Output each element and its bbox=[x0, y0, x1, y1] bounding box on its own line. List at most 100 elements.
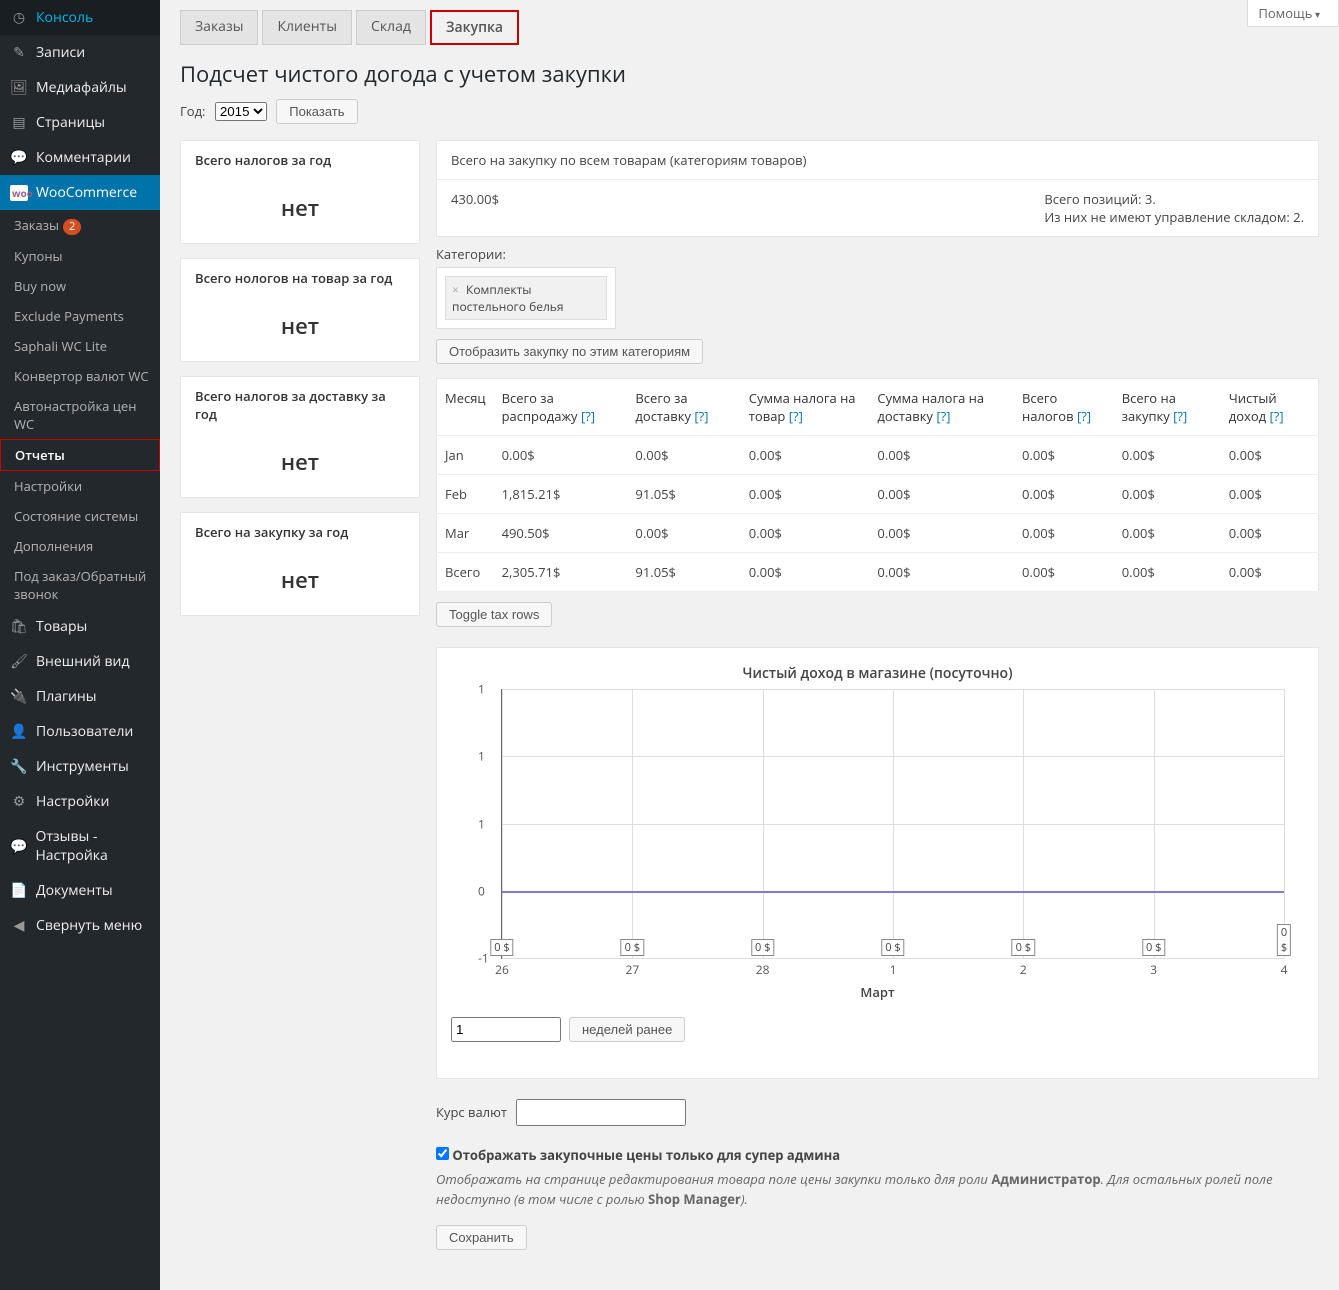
sidebar-item[interactable]: 🛍Товары bbox=[0, 609, 160, 644]
weeks-earlier-button[interactable]: неделей ранее bbox=[569, 1017, 685, 1042]
menu-icon: 📄 bbox=[10, 881, 28, 900]
details-column: Всего на закупку по всем товарам (катего… bbox=[436, 140, 1319, 1250]
summary-card: Всего налогов за годнет bbox=[180, 140, 420, 244]
sidebar-item[interactable]: ▤Страницы bbox=[0, 105, 160, 140]
sidebar-item[interactable]: ◀Свернуть меню bbox=[0, 908, 160, 943]
save-button[interactable]: Сохранить bbox=[436, 1225, 527, 1250]
summary-card: Всего на закупку за годнет bbox=[180, 512, 420, 616]
chart-plot-area: 1110-1260 $270 $280 $10 $20 $30 $40 $ bbox=[501, 689, 1284, 959]
filter-categories-button[interactable]: Отобразить закупку по этим категориям bbox=[436, 339, 703, 364]
sidebar-woo-label: WooCommerce bbox=[36, 183, 137, 202]
purchase-card-title: Всего на закупку по всем товарам (катего… bbox=[437, 141, 1318, 180]
chart-y-tick: 1 bbox=[478, 815, 485, 832]
chart-title: Чистый доход в магазине (посуточно) bbox=[451, 664, 1304, 683]
chart-x-tick: 2 bbox=[1020, 961, 1027, 978]
sidebar-subitem[interactable]: Автонастройка цен WC bbox=[0, 391, 160, 439]
superadmin-checkbox-label[interactable]: Отображать закупочные цены только для су… bbox=[436, 1146, 840, 1164]
year-filter-row: Год: 2015 Показать bbox=[180, 99, 1319, 124]
tab-закупка[interactable]: Закупка bbox=[430, 10, 519, 45]
sidebar-subitem[interactable]: Saphali WC Lite bbox=[0, 331, 160, 361]
menu-icon: ◀ bbox=[10, 916, 28, 935]
chart-data-label: 0 $ bbox=[1277, 924, 1291, 956]
sidebar-item-woocommerce[interactable]: woo WooCommerce bbox=[0, 175, 160, 210]
menu-icon: 💬 bbox=[10, 837, 27, 856]
sidebar-item[interactable]: 🖼Медиафайлы bbox=[0, 70, 160, 105]
chart-data-label: 0 $ bbox=[1142, 939, 1165, 956]
tab-клиенты[interactable]: Клиенты bbox=[262, 10, 352, 45]
help-tab[interactable]: Помощь bbox=[1247, 0, 1339, 27]
sidebar-item[interactable]: 🖌Внешний вид bbox=[0, 644, 160, 679]
sidebar-subitem[interactable]: Под заказ/Обратный звонок bbox=[0, 561, 160, 609]
table-row: Feb1,815.21$91.05$0.00$0.00$0.00$0.00$0.… bbox=[437, 475, 1319, 514]
superadmin-checkbox[interactable] bbox=[436, 1147, 449, 1160]
chart-x-tick: 3 bbox=[1150, 961, 1157, 978]
sidebar-item[interactable]: 🔌Плагины bbox=[0, 679, 160, 714]
help-icon[interactable]: [?] bbox=[1077, 407, 1091, 425]
table-header: Всего за доставку [?] bbox=[627, 379, 740, 436]
table-row: Mar490.50$0.00$0.00$0.00$0.00$0.00$0.00$ bbox=[437, 514, 1319, 553]
purchase-amount: 430.00$ bbox=[451, 190, 499, 226]
nostock-count: Из них не имеют управление складом: 2. bbox=[1044, 208, 1304, 226]
checkbox-description: Отображать на странице редактирования то… bbox=[436, 1170, 1319, 1209]
categories-box[interactable]: × Комплекты постельного белья bbox=[436, 267, 616, 329]
sidebar-subitem[interactable]: Заказы2 bbox=[0, 210, 160, 241]
table-header: Всего за распродажу [?] bbox=[494, 379, 628, 436]
chart-data-label: 0 $ bbox=[1012, 939, 1035, 956]
help-icon[interactable]: [?] bbox=[1270, 407, 1284, 425]
sidebar-item[interactable]: ◷Консоль bbox=[0, 0, 160, 35]
sidebar-item[interactable]: 👤Пользователи bbox=[0, 714, 160, 749]
help-icon[interactable]: [?] bbox=[936, 407, 950, 425]
help-icon[interactable]: [?] bbox=[694, 407, 708, 425]
menu-icon: ◷ bbox=[10, 8, 28, 27]
menu-icon: 🔧 bbox=[10, 757, 28, 776]
summary-card: Всего налогов за доставку за годнет bbox=[180, 376, 420, 498]
sidebar-subitem[interactable]: Buy now bbox=[0, 271, 160, 301]
help-icon[interactable]: [?] bbox=[789, 407, 803, 425]
year-select[interactable]: 2015 bbox=[215, 102, 267, 121]
report-table: МесяцВсего за распродажу [?]Всего за дос… bbox=[436, 378, 1319, 592]
chart-y-tick: 1 bbox=[478, 681, 485, 698]
menu-icon: ▤ bbox=[10, 113, 28, 132]
sidebar-subitem[interactable]: Exclude Payments bbox=[0, 301, 160, 331]
main-content: Помощь ЗаказыКлиентыСкладЗакупка Подсчет… bbox=[160, 0, 1339, 1290]
chart-data-label: 0 $ bbox=[621, 939, 644, 956]
sidebar-subitem[interactable]: Отчеты bbox=[0, 439, 160, 471]
sidebar-item[interactable]: 💬Отзывы - Настройка bbox=[0, 819, 160, 873]
sidebar-subitem[interactable]: Состояние системы bbox=[0, 501, 160, 531]
sidebar-subitem[interactable]: Настройки bbox=[0, 471, 160, 501]
chart-x-tick: 27 bbox=[625, 961, 639, 978]
category-chip: × Комплекты постельного белья bbox=[445, 276, 607, 320]
show-button[interactable]: Показать bbox=[276, 99, 357, 124]
sidebar-item[interactable]: 🔧Инструменты bbox=[0, 749, 160, 784]
chip-remove-icon[interactable]: × bbox=[452, 281, 459, 298]
purchase-total-card: Всего на закупку по всем товарам (катего… bbox=[436, 140, 1319, 237]
chart-data-label: 0 $ bbox=[490, 939, 513, 956]
chip-label: Комплекты постельного белья bbox=[452, 281, 564, 315]
help-icon[interactable]: [?] bbox=[581, 407, 595, 425]
menu-icon: 🔌 bbox=[10, 687, 28, 706]
menu-icon: ⚙ bbox=[10, 792, 28, 811]
positions-count: Всего позиций: 3. bbox=[1044, 190, 1155, 208]
weeks-input[interactable] bbox=[451, 1017, 561, 1042]
chart-x-tick: 28 bbox=[756, 961, 770, 978]
rate-input[interactable] bbox=[516, 1099, 686, 1126]
toggle-tax-button[interactable]: Toggle tax rows bbox=[436, 602, 552, 627]
sidebar-item[interactable]: 💬Комментарии bbox=[0, 140, 160, 175]
chart-x-tick: 26 bbox=[495, 961, 509, 978]
menu-icon: 🖼 bbox=[10, 78, 28, 97]
menu-icon: 👤 bbox=[10, 722, 28, 741]
sidebar-subitem[interactable]: Купоны bbox=[0, 241, 160, 271]
help-icon[interactable]: [?] bbox=[1173, 407, 1187, 425]
chart-data-label: 0 $ bbox=[751, 939, 774, 956]
sidebar-item[interactable]: ⚙Настройки bbox=[0, 784, 160, 819]
table-header: Месяц bbox=[437, 379, 494, 436]
table-row: Всего2,305.71$91.05$0.00$0.00$0.00$0.00$… bbox=[437, 553, 1319, 592]
sidebar-item[interactable]: 📄Документы bbox=[0, 873, 160, 908]
tab-заказы[interactable]: Заказы bbox=[180, 10, 258, 45]
sidebar-subitem[interactable]: Конвертор валют WC bbox=[0, 361, 160, 391]
sidebar-item[interactable]: ✎Записи bbox=[0, 35, 160, 70]
menu-icon: 🛍 bbox=[10, 617, 28, 636]
page-title: Подсчет чистого догода с учетом закупки bbox=[180, 59, 1319, 89]
tab-склад[interactable]: Склад bbox=[356, 10, 426, 45]
sidebar-subitem[interactable]: Дополнения bbox=[0, 531, 160, 561]
